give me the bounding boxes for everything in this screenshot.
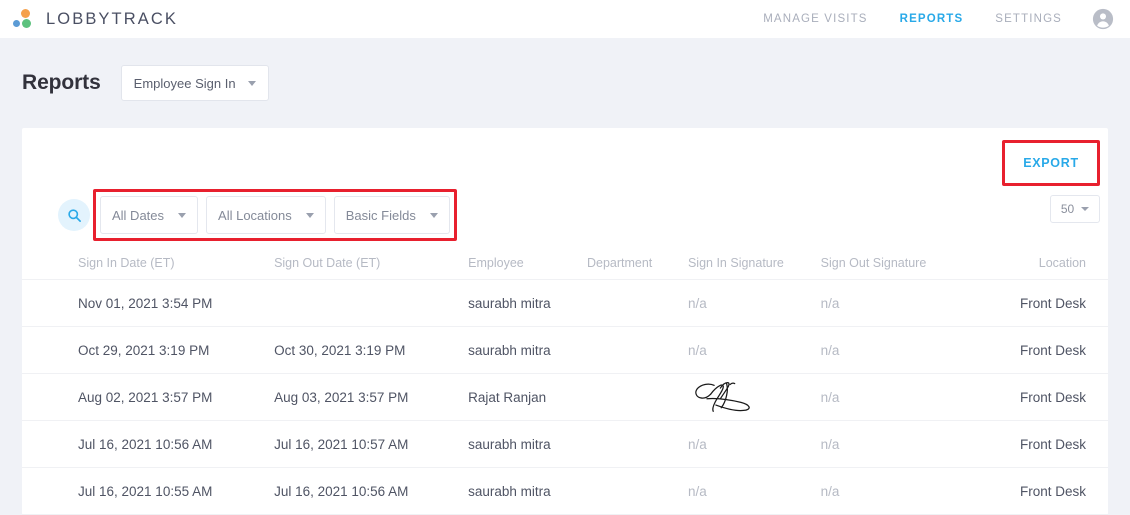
filter-all-locations-label: All Locations (218, 207, 292, 223)
cell-sign-in-signature: n/a (687, 295, 707, 311)
page-header: Reports Employee Sign In (0, 38, 1130, 128)
export-button[interactable]: EXPORT (1005, 143, 1097, 183)
signature-image-icon (695, 382, 750, 412)
table-row[interactable]: Jul 16, 2021 10:56 AM Jul 16, 2021 10:57… (22, 421, 1108, 468)
column-header-sign-in-date: Sign In Date (ET) (78, 255, 175, 270)
logo-dot-blue (13, 20, 20, 27)
cell-sign-in-signature: n/a (687, 342, 707, 358)
cell-sign-out-signature: n/a (820, 389, 840, 405)
chevron-down-icon (429, 212, 438, 218)
chevron-down-icon (305, 212, 314, 218)
cell-sign-in-date: Jul 16, 2021 10:55 AM (78, 483, 213, 499)
chevron-down-icon (247, 80, 256, 86)
cell-sign-in-signature (688, 380, 821, 414)
page-size-value: 50 (1060, 202, 1075, 216)
filter-all-dates[interactable]: All Dates (100, 196, 199, 234)
column-header-employee: Employee (468, 255, 524, 270)
page-size-dropdown[interactable]: 50 (1050, 195, 1100, 223)
cell-sign-out-signature: n/a (820, 483, 840, 499)
reports-table: Sign In Date (ET) Sign Out Date (ET) Emp… (22, 246, 1108, 515)
cell-location: Front Desk (1019, 436, 1087, 452)
cell-location: Front Desk (1019, 389, 1087, 405)
chevron-down-icon (178, 212, 187, 218)
brand-logo-group[interactable]: LOBBYTRACK (12, 7, 178, 31)
table-row[interactable]: Aug 02, 2021 3:57 PM Aug 03, 2021 3:57 P… (22, 374, 1108, 421)
cell-sign-out-date: Jul 16, 2021 10:57 AM (274, 436, 409, 452)
filters-annotation-box: All Dates All Locations Basic Fields (93, 189, 457, 241)
table-row[interactable]: Jul 16, 2021 10:55 AM Jul 16, 2021 10:56… (22, 468, 1108, 515)
user-avatar-icon[interactable] (1092, 8, 1114, 30)
column-header-sign-out-date: Sign Out Date (ET) (274, 255, 381, 270)
cell-sign-in-signature: n/a (687, 483, 707, 499)
cell-sign-out-date: Aug 03, 2021 3:57 PM (274, 389, 409, 405)
cell-sign-out-signature: n/a (820, 342, 840, 358)
nav-item-settings[interactable]: SETTINGS (979, 13, 1078, 25)
main-nav: MANAGE VISITS REPORTS SETTINGS (747, 0, 1130, 38)
filter-all-locations[interactable]: All Locations (206, 196, 326, 234)
cell-sign-out-date: Jul 16, 2021 10:56 AM (274, 483, 409, 499)
top-navigation-bar: LOBBYTRACK MANAGE VISITS REPORTS SETTING… (0, 0, 1130, 38)
export-annotation-box: EXPORT (1002, 140, 1100, 186)
cell-employee: saurabh mitra (468, 342, 551, 358)
lobbytrack-logo-icon (12, 7, 38, 31)
filter-all-dates-label: All Dates (112, 207, 165, 223)
cell-sign-in-signature: n/a (687, 436, 707, 452)
cell-sign-out-date: Oct 30, 2021 3:19 PM (274, 342, 406, 358)
cell-employee: Rajat Ranjan (468, 389, 547, 405)
filter-basic-fields[interactable]: Basic Fields (333, 196, 450, 234)
cell-employee: saurabh mitra (468, 436, 551, 452)
logo-dot-orange (21, 9, 30, 18)
chevron-down-icon (1081, 207, 1090, 211)
cell-sign-in-date: Oct 29, 2021 3:19 PM (78, 342, 210, 358)
table-row[interactable]: Oct 29, 2021 3:19 PM Oct 30, 2021 3:19 P… (22, 327, 1108, 374)
nav-item-manage-visits[interactable]: MANAGE VISITS (747, 13, 883, 25)
cell-employee: saurabh mitra (468, 295, 551, 311)
logo-dot-green (22, 19, 31, 28)
cell-location: Front Desk (1019, 295, 1087, 311)
page-title: Reports (22, 71, 101, 94)
cell-sign-in-date: Nov 01, 2021 3:54 PM (78, 295, 213, 311)
column-header-sign-in-signature: Sign In Signature (687, 255, 784, 270)
nav-item-reports[interactable]: REPORTS (884, 13, 980, 25)
column-header-sign-out-signature: Sign Out Signature (820, 255, 927, 270)
report-type-dropdown[interactable]: Employee Sign In (120, 65, 269, 101)
report-type-value: Employee Sign In (133, 75, 236, 91)
search-icon[interactable] (58, 199, 90, 231)
brand-name: LOBBYTRACK (46, 9, 178, 28)
column-header-department: Department (586, 255, 653, 270)
cell-location: Front Desk (1019, 483, 1087, 499)
cell-sign-out-signature: n/a (820, 436, 840, 452)
column-header-location: Location (1038, 255, 1087, 270)
table-row[interactable]: Nov 01, 2021 3:54 PM saurabh mitra n/a n… (22, 280, 1108, 327)
cell-sign-in-date: Jul 16, 2021 10:56 AM (78, 436, 213, 452)
cell-sign-out-signature: n/a (820, 295, 840, 311)
table-header-row: Sign In Date (ET) Sign Out Date (ET) Emp… (22, 246, 1108, 280)
cell-employee: saurabh mitra (468, 483, 551, 499)
filter-basic-fields-label: Basic Fields (345, 207, 416, 223)
reports-card: EXPORT All Dates All Locations Basic Fie… (22, 128, 1108, 515)
cell-sign-in-date: Aug 02, 2021 3:57 PM (78, 389, 213, 405)
cell-location: Front Desk (1019, 342, 1087, 358)
